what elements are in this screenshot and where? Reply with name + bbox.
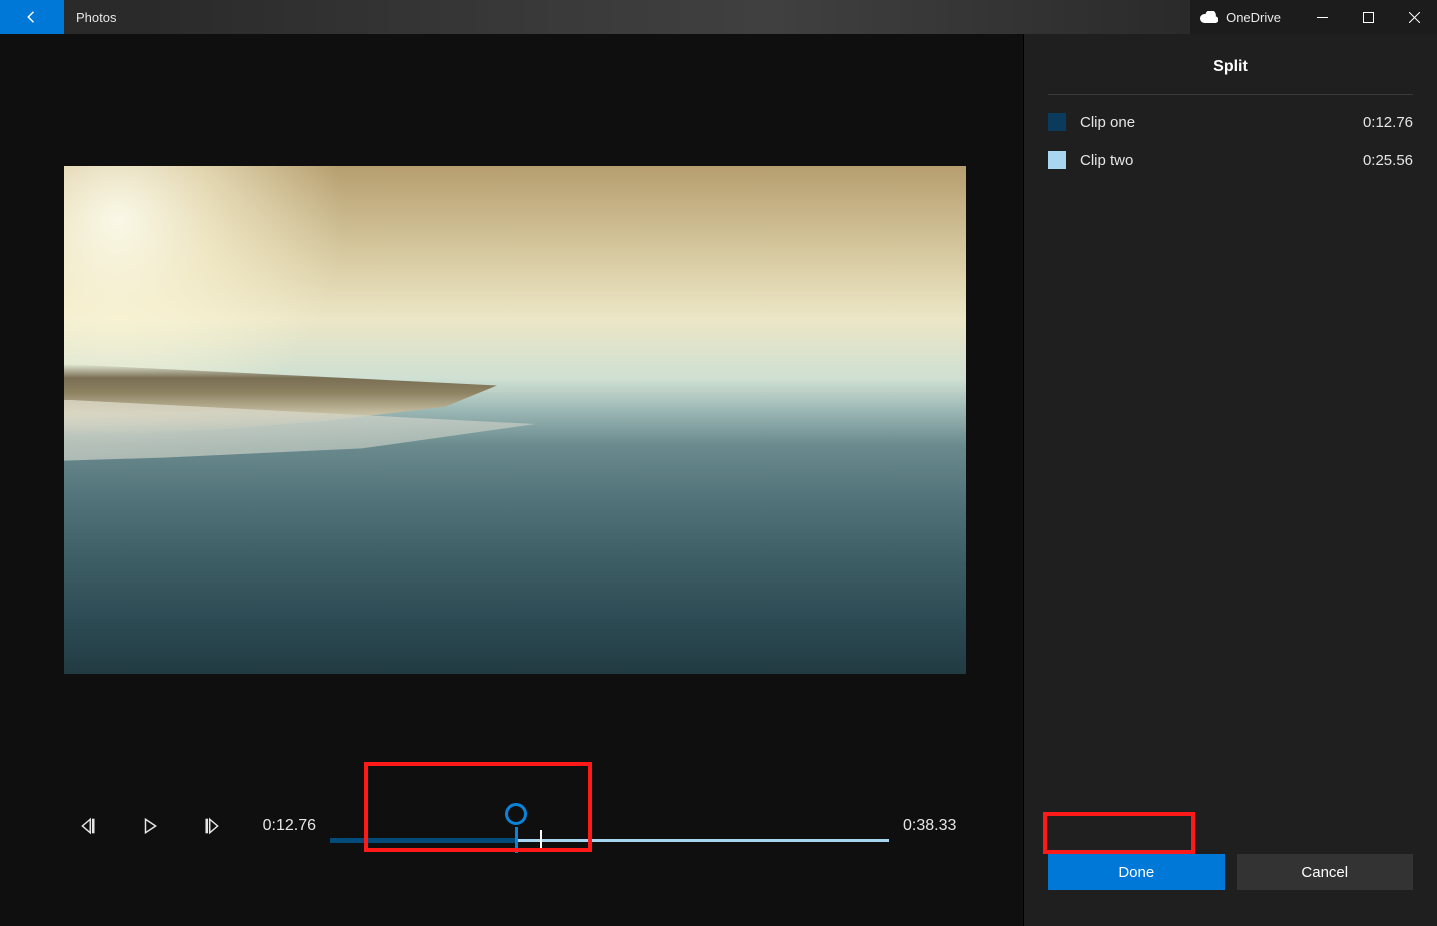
maximize-icon: [1363, 12, 1374, 23]
list-item[interactable]: Clip two 0:25.56: [1048, 151, 1413, 169]
clip-one-track: [330, 838, 516, 843]
minimize-button[interactable]: [1299, 0, 1345, 34]
clip-two-track: [516, 839, 889, 842]
clip-duration: 0:25.56: [1363, 152, 1413, 169]
minimize-icon: [1317, 12, 1328, 23]
cloud-status[interactable]: OneDrive: [1190, 0, 1299, 34]
frame-forward-icon: [203, 817, 221, 835]
maximize-button[interactable]: [1345, 0, 1391, 34]
current-time: 0:12.76: [254, 817, 316, 835]
play-button[interactable]: [138, 814, 162, 838]
cancel-button[interactable]: Cancel: [1237, 854, 1414, 890]
close-button[interactable]: [1391, 0, 1437, 34]
cloud-label: OneDrive: [1226, 10, 1281, 25]
clip-label: Clip one: [1080, 114, 1349, 131]
app-title: Photos: [64, 0, 144, 34]
close-icon: [1409, 12, 1420, 23]
clip-duration: 0:12.76: [1363, 114, 1413, 131]
frame-back-icon: [79, 817, 97, 835]
split-panel: Split Clip one 0:12.76 Clip two 0:25.56 …: [1023, 34, 1437, 926]
clip-swatch: [1048, 113, 1066, 131]
frame-forward-button[interactable]: [200, 814, 224, 838]
done-button[interactable]: Done: [1048, 854, 1225, 890]
clip-list: Clip one 0:12.76 Clip two 0:25.56: [1024, 95, 1437, 187]
list-item[interactable]: Clip one 0:12.76: [1048, 113, 1413, 131]
panel-heading: Split: [1048, 34, 1413, 95]
cloud-icon: [1200, 11, 1218, 23]
play-icon: [141, 817, 159, 835]
arrow-left-icon: [23, 8, 41, 26]
annotation-highlight: [1043, 812, 1195, 854]
frame-back-button[interactable]: [76, 814, 100, 838]
playback-controls: 0:12.76 0:38.33: [64, 786, 965, 866]
editor-stage: 0:12.76 0:38.33: [0, 34, 1023, 926]
playhead[interactable]: [540, 830, 542, 850]
clip-label: Clip two: [1080, 152, 1349, 169]
title-bar-drag[interactable]: [144, 0, 1190, 34]
total-time: 0:38.33: [903, 817, 965, 835]
clip-swatch: [1048, 151, 1066, 169]
title-bar: Photos OneDrive: [0, 0, 1437, 34]
video-preview: [64, 166, 966, 674]
back-button[interactable]: [0, 0, 64, 34]
split-handle[interactable]: [505, 805, 527, 853]
timeline[interactable]: [330, 796, 889, 856]
